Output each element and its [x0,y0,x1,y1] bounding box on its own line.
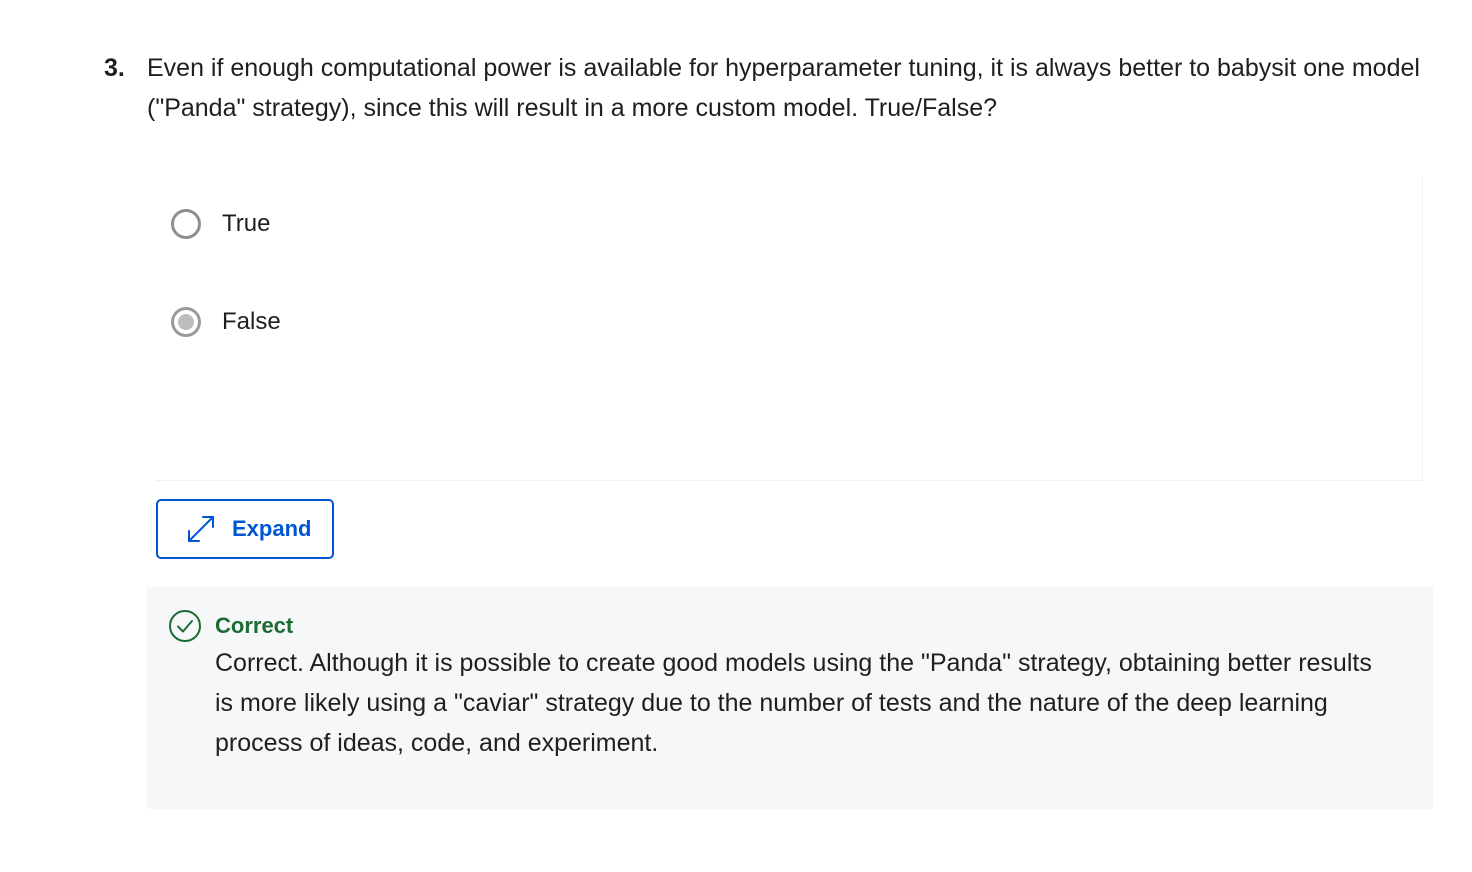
option-false[interactable]: False [171,304,281,340]
check-circle-icon [168,609,202,643]
answer-options: True False [155,176,1423,481]
feedback-panel: Correct Correct. Although it is possible… [147,587,1433,809]
expand-arrows-icon [184,512,218,546]
radio-unselected-icon[interactable] [171,209,201,239]
radio-selected-icon[interactable] [171,307,201,337]
expand-label: Expand [232,516,312,541]
expand-button[interactable]: Expand [156,499,334,559]
question-number: 3. [104,54,125,82]
option-label: True [222,210,271,237]
feedback-status: Correct [215,613,294,638]
option-label: False [222,308,281,335]
option-true[interactable]: True [171,206,270,242]
feedback-text: Correct. Although it is possible to crea… [215,649,1372,757]
question-text: Even if enough computational power is av… [147,54,1420,122]
